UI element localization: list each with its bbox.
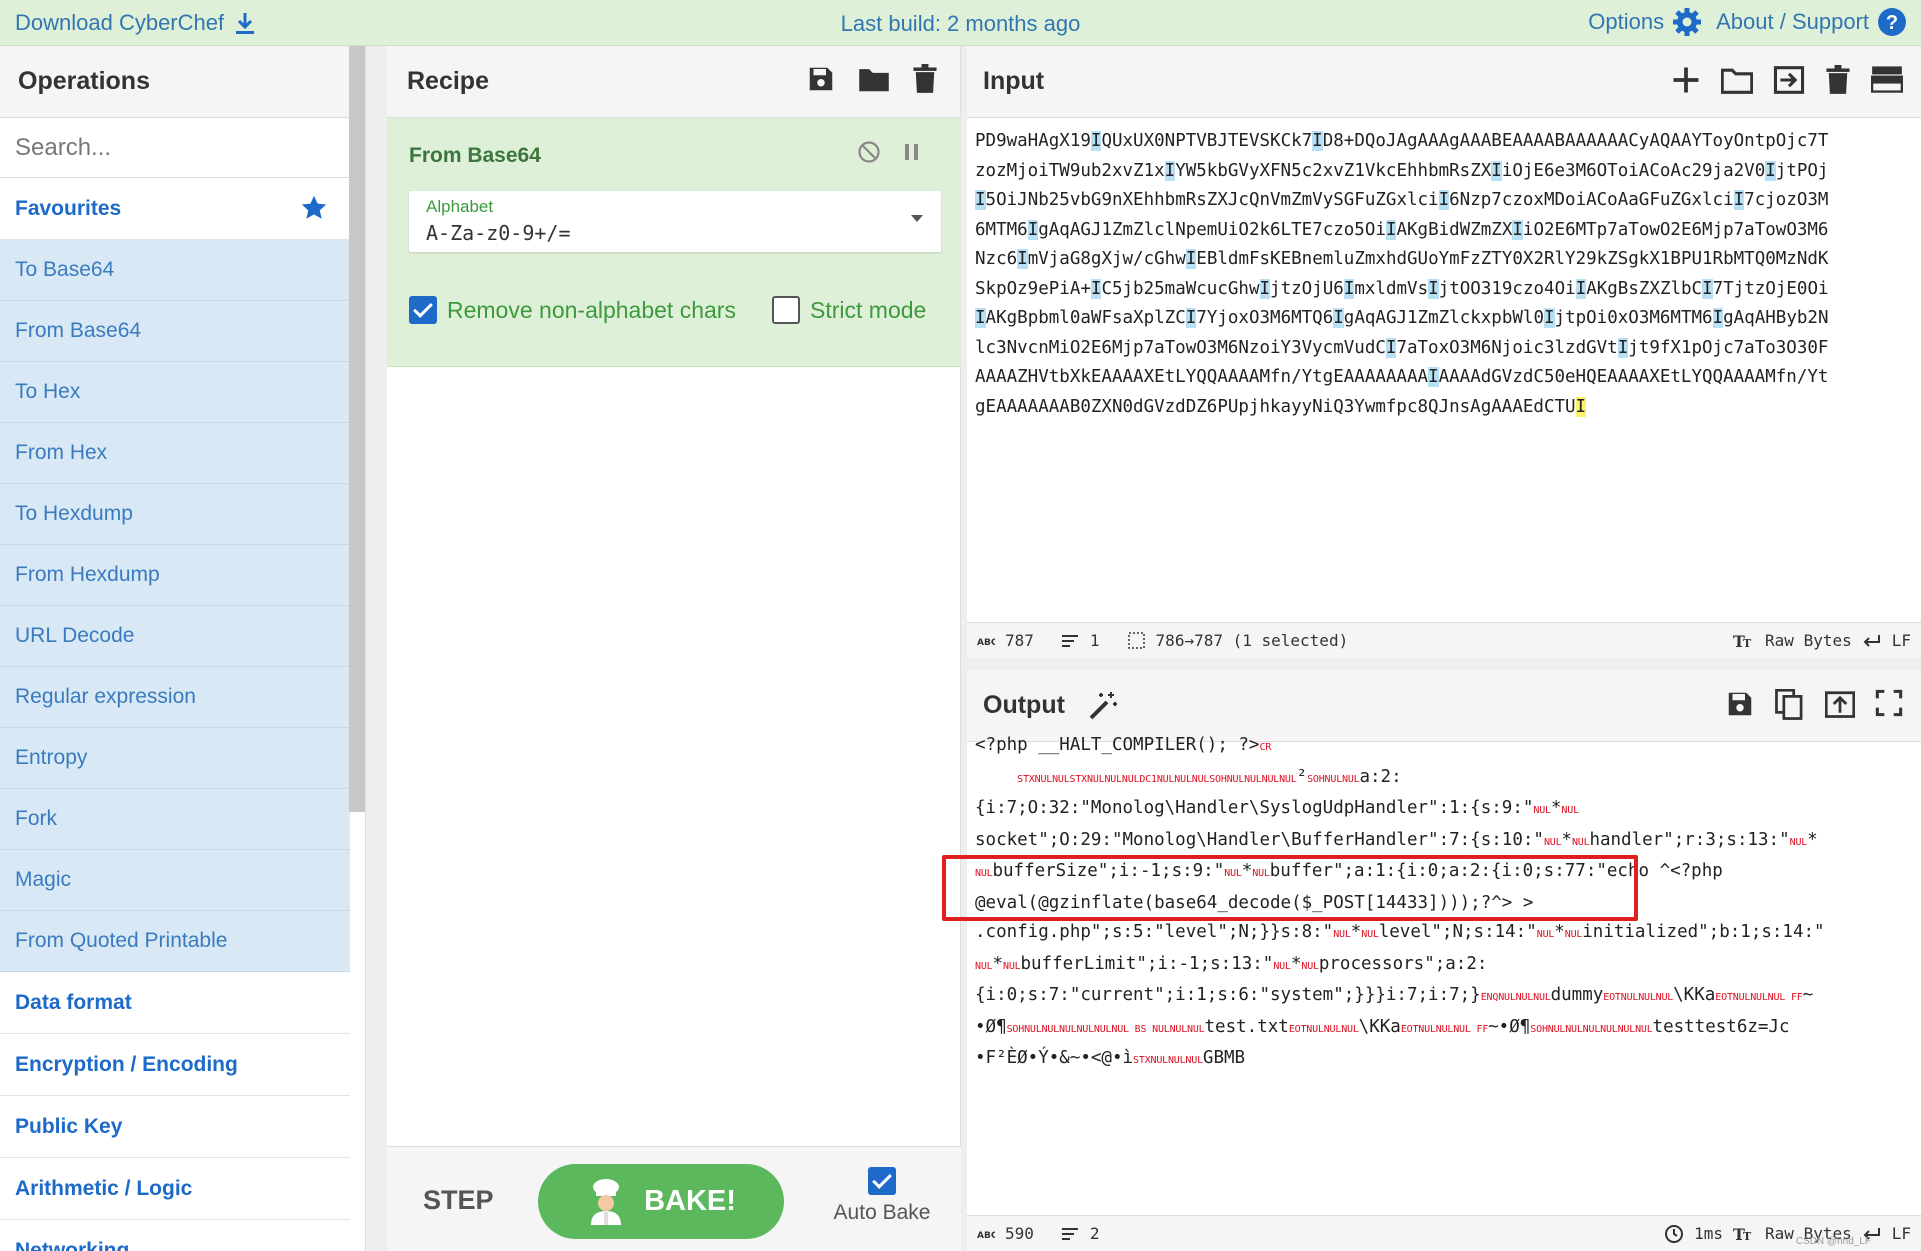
chef-icon xyxy=(591,1178,622,1225)
remove-non-alphabet-checkbox[interactable]: Remove non-alphabet chars xyxy=(409,296,736,324)
op-regular-expression[interactable]: Regular expression xyxy=(0,667,350,728)
output-lines: 2 xyxy=(1089,1224,1100,1243)
fullscreen-icon[interactable] xyxy=(1875,689,1903,717)
recipe-header: Recipe xyxy=(387,46,960,118)
lines-icon xyxy=(1061,1227,1078,1240)
output-time: 1ms xyxy=(1694,1224,1724,1243)
column-resizer[interactable] xyxy=(366,46,387,1251)
newline-icon xyxy=(1863,634,1880,647)
op-to-hexdump[interactable]: To Hexdump xyxy=(0,484,350,545)
checkbox-checked-icon[interactable] xyxy=(409,296,437,324)
recipe-operation-from-base64[interactable]: From Base64 Alphabet A-Za-z0-9+/= Remove… xyxy=(387,118,961,367)
input-length: 787 xyxy=(1005,631,1034,650)
recipe-title: Recipe xyxy=(407,67,489,95)
watermark: CSDN @nnd_LF xyxy=(1795,1236,1871,1247)
replace-input-icon[interactable] xyxy=(1825,689,1855,719)
recipe-panel: Recipe From Base64 Alphabet A-Za-z0-9+/=… xyxy=(387,46,961,1251)
abc-icon: ABC xyxy=(977,1231,995,1240)
clock-icon xyxy=(1665,1224,1684,1243)
checkbox-unchecked-icon[interactable] xyxy=(772,296,800,324)
svg-text:ABC: ABC xyxy=(977,1231,995,1240)
save-icon[interactable] xyxy=(1725,689,1755,719)
op-url-decode[interactable]: URL Decode xyxy=(0,606,350,667)
layout-icon[interactable] xyxy=(1871,65,1903,93)
op-to-base64[interactable]: To Base64 xyxy=(0,240,350,301)
gear-icon xyxy=(1673,8,1702,36)
operations-title: Operations xyxy=(0,46,350,118)
input-header: Input xyxy=(967,46,1921,118)
svg-text:T: T xyxy=(1743,637,1752,650)
plus-icon[interactable] xyxy=(1671,65,1701,95)
text-size-icon: TT xyxy=(1733,1225,1752,1243)
chevron-down-icon xyxy=(911,215,923,222)
star-icon xyxy=(301,195,327,219)
selection-icon xyxy=(1127,631,1145,649)
strict-mode-checkbox[interactable]: Strict mode xyxy=(772,296,926,324)
operations-panel: Operations Search... Favourites To Base6… xyxy=(0,46,366,1251)
alphabet-label: Alphabet xyxy=(426,197,494,216)
input-encoding[interactable]: Raw Bytes xyxy=(1765,631,1852,650)
op-from-quoted-printable[interactable]: From Quoted Printable xyxy=(0,911,350,972)
text-size-icon: TT xyxy=(1733,632,1752,650)
abc-icon: ABC xyxy=(977,638,995,647)
output-title: Output xyxy=(983,691,1065,719)
alphabet-value: A-Za-z0-9+/= xyxy=(426,221,571,245)
category-public-key[interactable]: Public Key xyxy=(0,1096,350,1158)
op-from-base64[interactable]: From Base64 xyxy=(0,301,350,362)
input-eol[interactable]: LF xyxy=(1892,631,1911,650)
svg-text:T: T xyxy=(1743,1230,1752,1243)
lines-icon xyxy=(1061,634,1078,647)
bake-button[interactable]: BAKE! xyxy=(538,1164,784,1239)
input-panel: Input PD9waHAgX19IQUxUX0NPTVBJTEVSKCk7ID… xyxy=(967,46,1921,658)
input-statusbar: ABC 787 1 786→787 (1 selected) TT Raw By… xyxy=(967,622,1921,658)
input-title: Input xyxy=(983,67,1045,95)
output-statusbar: ABC 590 2 1ms TT Raw Bytes LF xyxy=(967,1215,1921,1251)
checkbox-checked-icon[interactable] xyxy=(868,1167,896,1195)
magic-wand-icon[interactable] xyxy=(1087,690,1119,722)
alphabet-select[interactable]: Alphabet A-Za-z0-9+/= xyxy=(409,191,941,252)
options-button[interactable]: Options xyxy=(1588,7,1702,37)
input-lines: 1 xyxy=(1089,631,1100,650)
op-fork[interactable]: Fork xyxy=(0,789,350,850)
input-selection: 786→787 (1 selected) xyxy=(1155,631,1349,650)
save-icon[interactable] xyxy=(806,64,836,94)
trash-icon[interactable] xyxy=(1825,65,1851,95)
help-icon: ? xyxy=(1878,8,1906,36)
folder-icon[interactable] xyxy=(858,64,890,94)
op-magic[interactable]: Magic xyxy=(0,850,350,911)
about-button[interactable]: About / Support ? xyxy=(1716,7,1907,37)
copy-icon[interactable] xyxy=(1775,689,1805,721)
operations-scrollbar[interactable] xyxy=(349,46,365,812)
category-arithmetic-logic[interactable]: Arithmetic / Logic xyxy=(0,1158,350,1220)
svg-text:?: ? xyxy=(1886,12,1898,34)
category-encryption-encoding[interactable]: Encryption / Encoding xyxy=(0,1034,350,1096)
auto-bake-toggle[interactable]: Auto Bake xyxy=(827,1167,937,1225)
output-panel: Output <?php __HALT_COMPILER(); ?>CR STX… xyxy=(967,670,1921,1251)
open-folder-icon[interactable] xyxy=(1721,65,1753,95)
step-button[interactable]: STEP xyxy=(423,1185,494,1216)
trash-icon[interactable] xyxy=(912,64,938,94)
top-banner: Download CyberChef Last build: 2 months … xyxy=(0,0,1921,46)
input-textarea[interactable]: PD9waHAgX19IQUxUX0NPTVBJTEVSKCk7ID8+DQoJ… xyxy=(975,127,1921,422)
output-eol[interactable]: LF xyxy=(1892,1224,1911,1243)
category-favourites[interactable]: Favourites xyxy=(0,178,350,240)
op-from-hex[interactable]: From Hex xyxy=(0,423,350,484)
op-entropy[interactable]: Entropy xyxy=(0,728,350,789)
disable-icon[interactable] xyxy=(857,140,881,164)
svg-text:ABC: ABC xyxy=(977,638,995,647)
recipe-operation-title: From Base64 xyxy=(409,144,541,167)
pane-resizer[interactable] xyxy=(967,658,1921,670)
highlight-annotation-box xyxy=(942,855,1638,921)
op-to-hex[interactable]: To Hex xyxy=(0,362,350,423)
op-from-hexdump[interactable]: From Hexdump xyxy=(0,545,350,606)
pause-icon[interactable] xyxy=(903,142,921,162)
category-networking[interactable]: Networking xyxy=(0,1220,350,1251)
import-file-icon[interactable] xyxy=(1773,65,1805,95)
search-input[interactable]: Search... xyxy=(0,118,350,178)
bake-controls: STEP BAKE! Auto Bake xyxy=(387,1146,961,1251)
output-length: 590 xyxy=(1005,1224,1034,1243)
category-data-format[interactable]: Data format xyxy=(0,972,350,1034)
